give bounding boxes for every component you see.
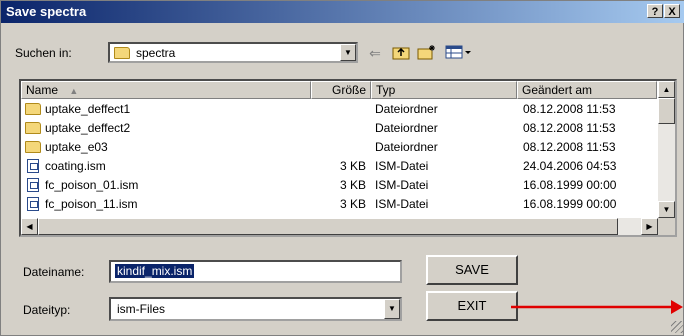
- list-item[interactable]: uptake_e03 Dateiordner 08.12.2008 11:53: [21, 138, 657, 157]
- save-button[interactable]: SAVE: [426, 255, 518, 285]
- filename-input[interactable]: kindif_mix.ism: [109, 260, 402, 283]
- filetype-select[interactable]: ism-Files ▼: [109, 297, 402, 321]
- sort-ascending-icon: ▲: [69, 86, 79, 96]
- folder-icon: [25, 122, 41, 134]
- lookin-combo[interactable]: spectra ▼: [108, 42, 358, 63]
- filename-label: Dateiname:: [23, 265, 85, 279]
- scroll-left-icon[interactable]: ◀: [21, 218, 38, 235]
- save-dialog: Save spectra ? X Suchen in: spectra ▼ ⇐ …: [0, 0, 684, 336]
- folder-icon: [114, 47, 130, 59]
- up-folder-icon[interactable]: [391, 44, 411, 62]
- column-name-label: Name: [26, 83, 59, 97]
- folder-icon: [25, 141, 41, 153]
- window-title: Save spectra: [6, 4, 87, 19]
- file-list[interactable]: Name ▲ Größe Typ Geändert am uptake_deff…: [19, 79, 677, 237]
- file-modified: 16.08.1999 00:00: [523, 178, 617, 192]
- lookin-value: spectra: [136, 46, 176, 60]
- folder-icon: [25, 103, 41, 115]
- file-name: fc_poison_01.ism: [45, 178, 139, 192]
- ism-file-icon: [27, 197, 39, 211]
- scroll-up-icon[interactable]: ▲: [658, 81, 675, 98]
- chevron-down-icon[interactable]: ▼: [340, 44, 356, 61]
- horizontal-scrollbar[interactable]: ◀ ▶: [21, 218, 658, 235]
- file-name: fc_poison_11.ism: [45, 197, 138, 211]
- column-header-name[interactable]: Name ▲: [21, 81, 311, 99]
- scroll-corner: [658, 218, 675, 235]
- list-item[interactable]: fc_poison_11.ism 3 KB ISM-Datei 16.08.19…: [21, 195, 657, 214]
- vertical-scroll-thumb[interactable]: [658, 98, 675, 124]
- scroll-down-icon[interactable]: ▼: [658, 201, 675, 218]
- help-button[interactable]: ?: [647, 4, 663, 18]
- column-header-modified[interactable]: Geändert am: [517, 81, 657, 99]
- filename-value: kindif_mix.ism: [115, 264, 195, 278]
- exit-button[interactable]: EXIT: [426, 291, 518, 321]
- vertical-scrollbar[interactable]: ▲ ▼: [658, 81, 675, 218]
- filetype-label: Dateityp:: [23, 303, 71, 317]
- file-type: ISM-Datei: [375, 178, 429, 192]
- file-type: Dateiordner: [375, 140, 438, 154]
- file-type: Dateiordner: [375, 102, 438, 116]
- file-name: uptake_deffect2: [45, 121, 131, 135]
- lookin-label: Suchen in:: [15, 46, 72, 60]
- file-name: uptake_e03: [45, 140, 108, 154]
- file-modified: 08.12.2008 11:53: [523, 140, 616, 154]
- column-header-type[interactable]: Typ: [371, 81, 517, 99]
- ism-file-icon: [27, 159, 39, 173]
- file-size: 3 KB: [339, 159, 366, 173]
- close-button[interactable]: X: [664, 4, 680, 18]
- file-modified: 08.12.2008 11:53: [523, 102, 616, 116]
- horizontal-scroll-thumb[interactable]: [38, 218, 618, 235]
- list-item[interactable]: uptake_deffect2 Dateiordner 08.12.2008 1…: [21, 119, 657, 138]
- ism-file-icon: [27, 178, 39, 192]
- file-name: coating.ism: [45, 159, 106, 173]
- file-size: 3 KB: [339, 178, 366, 192]
- new-folder-icon[interactable]: [417, 44, 437, 62]
- file-type: ISM-Datei: [375, 197, 429, 211]
- view-menu-icon[interactable]: [445, 44, 473, 62]
- annotation-arrow-icon: [511, 300, 683, 314]
- resize-grip-icon[interactable]: [671, 321, 683, 333]
- file-type: ISM-Datei: [375, 159, 429, 173]
- file-modified: 08.12.2008 11:53: [523, 121, 616, 135]
- back-icon[interactable]: ⇐: [365, 44, 385, 62]
- file-name: uptake_deffect1: [45, 102, 131, 116]
- file-modified: 24.04.2006 04:53: [523, 159, 617, 173]
- filetype-value: ism-Files: [117, 302, 165, 316]
- list-item[interactable]: uptake_deffect1 Dateiordner 08.12.2008 1…: [21, 100, 657, 119]
- file-type: Dateiordner: [375, 121, 438, 135]
- chevron-down-icon[interactable]: ▼: [384, 299, 400, 319]
- file-size: 3 KB: [339, 197, 366, 211]
- column-header-size[interactable]: Größe: [311, 81, 371, 99]
- list-item[interactable]: fc_poison_01.ism 3 KB ISM-Datei 16.08.19…: [21, 176, 657, 195]
- title-bar: Save spectra ? X: [1, 1, 684, 23]
- file-modified: 16.08.1999 00:00: [523, 197, 617, 211]
- scroll-right-icon[interactable]: ▶: [641, 218, 658, 235]
- list-item[interactable]: coating.ism 3 KB ISM-Datei 24.04.2006 04…: [21, 157, 657, 176]
